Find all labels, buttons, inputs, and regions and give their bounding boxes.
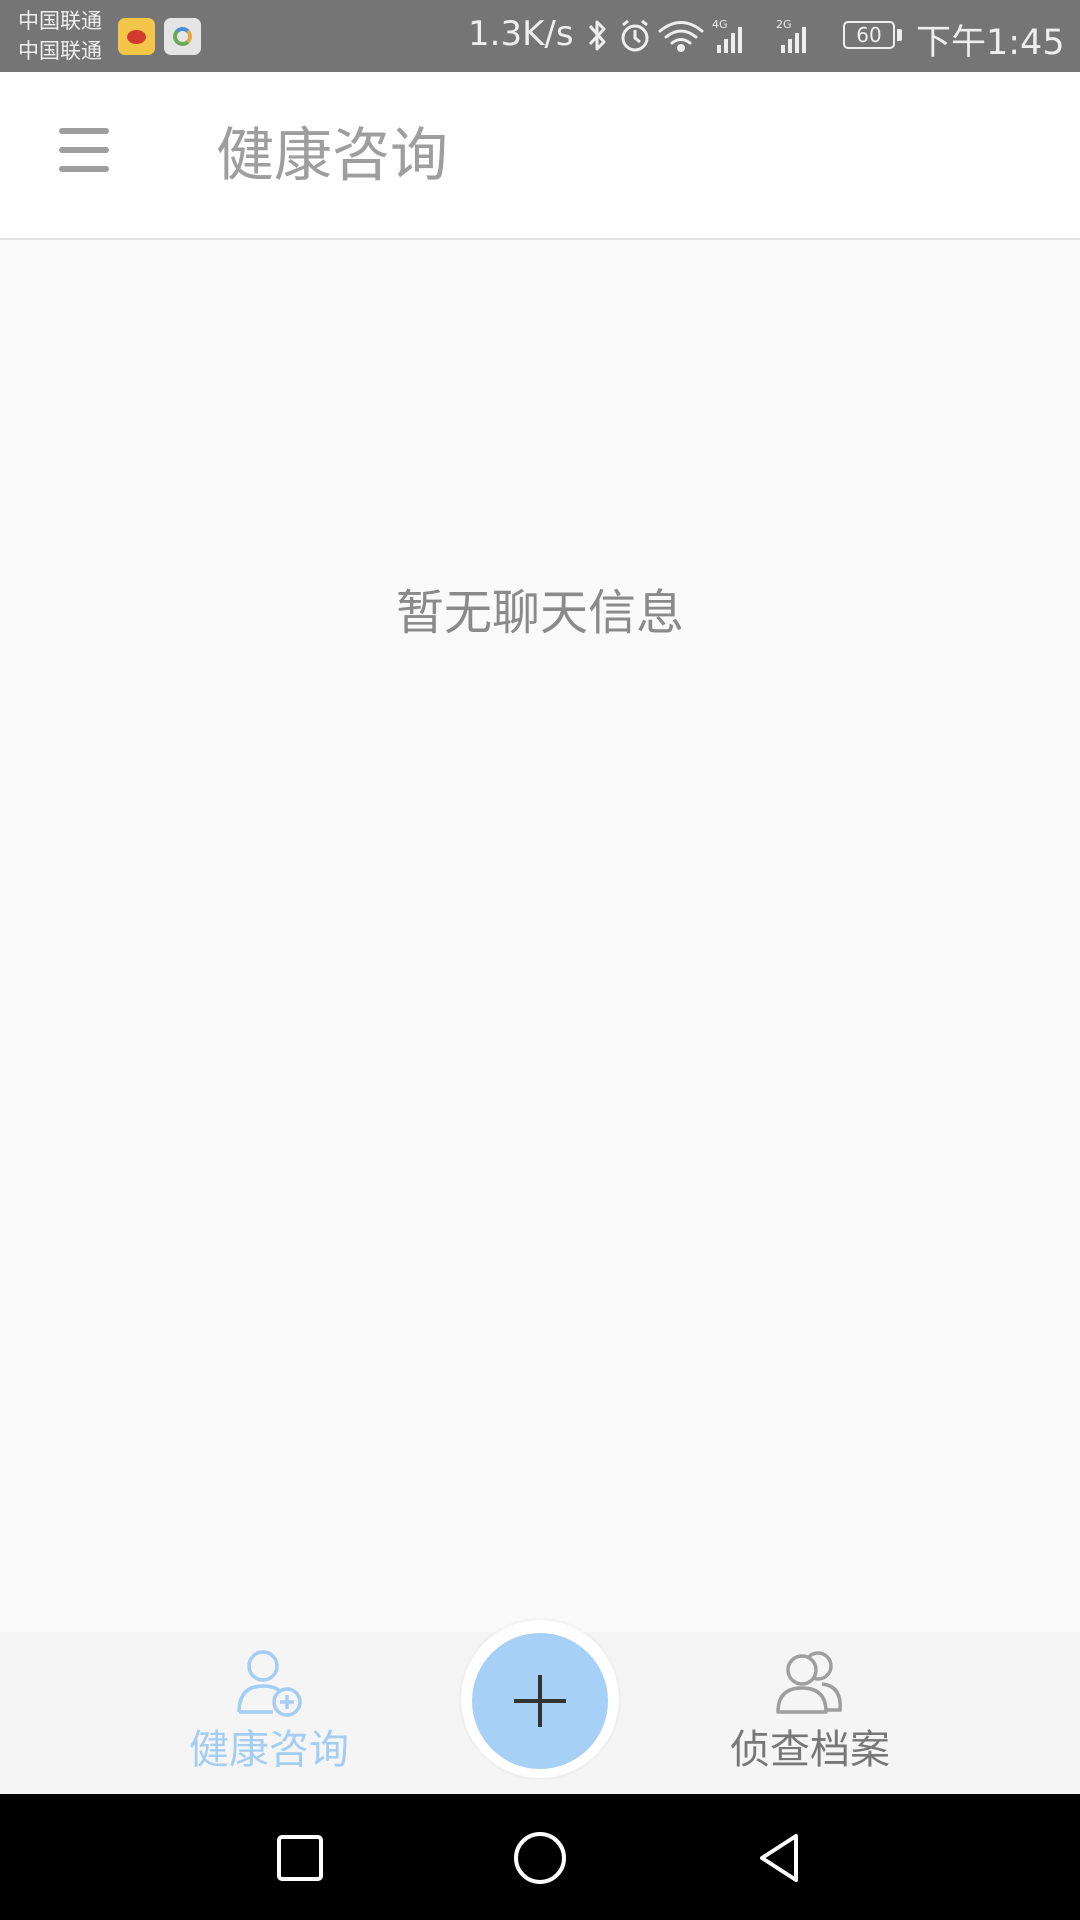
- nav-item-health-consult[interactable]: 健康咨询: [149, 1632, 389, 1794]
- signal-2-type: 2G: [776, 18, 792, 31]
- nav-label-health-consult: 健康咨询: [189, 1727, 349, 1773]
- nav-item-investigation-records[interactable]: 侦查档案: [690, 1632, 930, 1794]
- menu-icon-line: [59, 166, 109, 172]
- battery-level: 60: [856, 23, 882, 47]
- net-speed: 1.3K/s: [468, 14, 574, 54]
- status-time: 下午1:45: [916, 23, 1065, 63]
- users-icon: [776, 1651, 842, 1714]
- signal-icon: 2G: [776, 18, 806, 53]
- menu-icon: [59, 128, 109, 134]
- plus-icon: [514, 1675, 566, 1727]
- status-bar: 中国联通 中国联通 1.3K/s 4G 2G 60 下午1:45: [0, 0, 1080, 72]
- add-button[interactable]: [472, 1633, 608, 1769]
- screen: 中国联通 中国联通 1.3K/s 4G 2G 60 下午1:45 健康咨询 暂无…: [0, 0, 1080, 1920]
- signal-1-type: 4G: [712, 18, 728, 31]
- recent-apps-icon[interactable]: [264, 1822, 336, 1894]
- app-icon: [164, 18, 201, 55]
- empty-state-message: 暂无聊天信息: [395, 585, 684, 641]
- menu-icon-line: [59, 147, 109, 153]
- bluetooth-icon: [588, 20, 606, 51]
- battery-icon: 60: [843, 21, 895, 49]
- nav-label-investigation-records: 侦查档案: [730, 1727, 890, 1773]
- menu-button[interactable]: [42, 116, 126, 184]
- alarm-icon: [621, 19, 649, 52]
- weibo-icon: [118, 18, 155, 55]
- app-bar: 健康咨询: [0, 72, 1080, 240]
- wifi-icon: [658, 21, 704, 52]
- user-add-icon: [237, 1650, 302, 1717]
- home-icon[interactable]: [504, 1822, 576, 1894]
- carrier-2-label: 中国联通: [18, 39, 102, 63]
- system-nav-bar: [0, 1794, 1080, 1920]
- back-icon[interactable]: [744, 1822, 816, 1894]
- page-title: 健康咨询: [216, 121, 449, 189]
- battery-tip: [897, 29, 902, 41]
- signal-icon: 4G: [712, 18, 742, 53]
- status-icons: 4G 2G: [588, 18, 806, 53]
- carrier-1-label: 中国联通: [18, 9, 102, 33]
- carrier-info: 中国联通 中国联通: [18, 6, 102, 66]
